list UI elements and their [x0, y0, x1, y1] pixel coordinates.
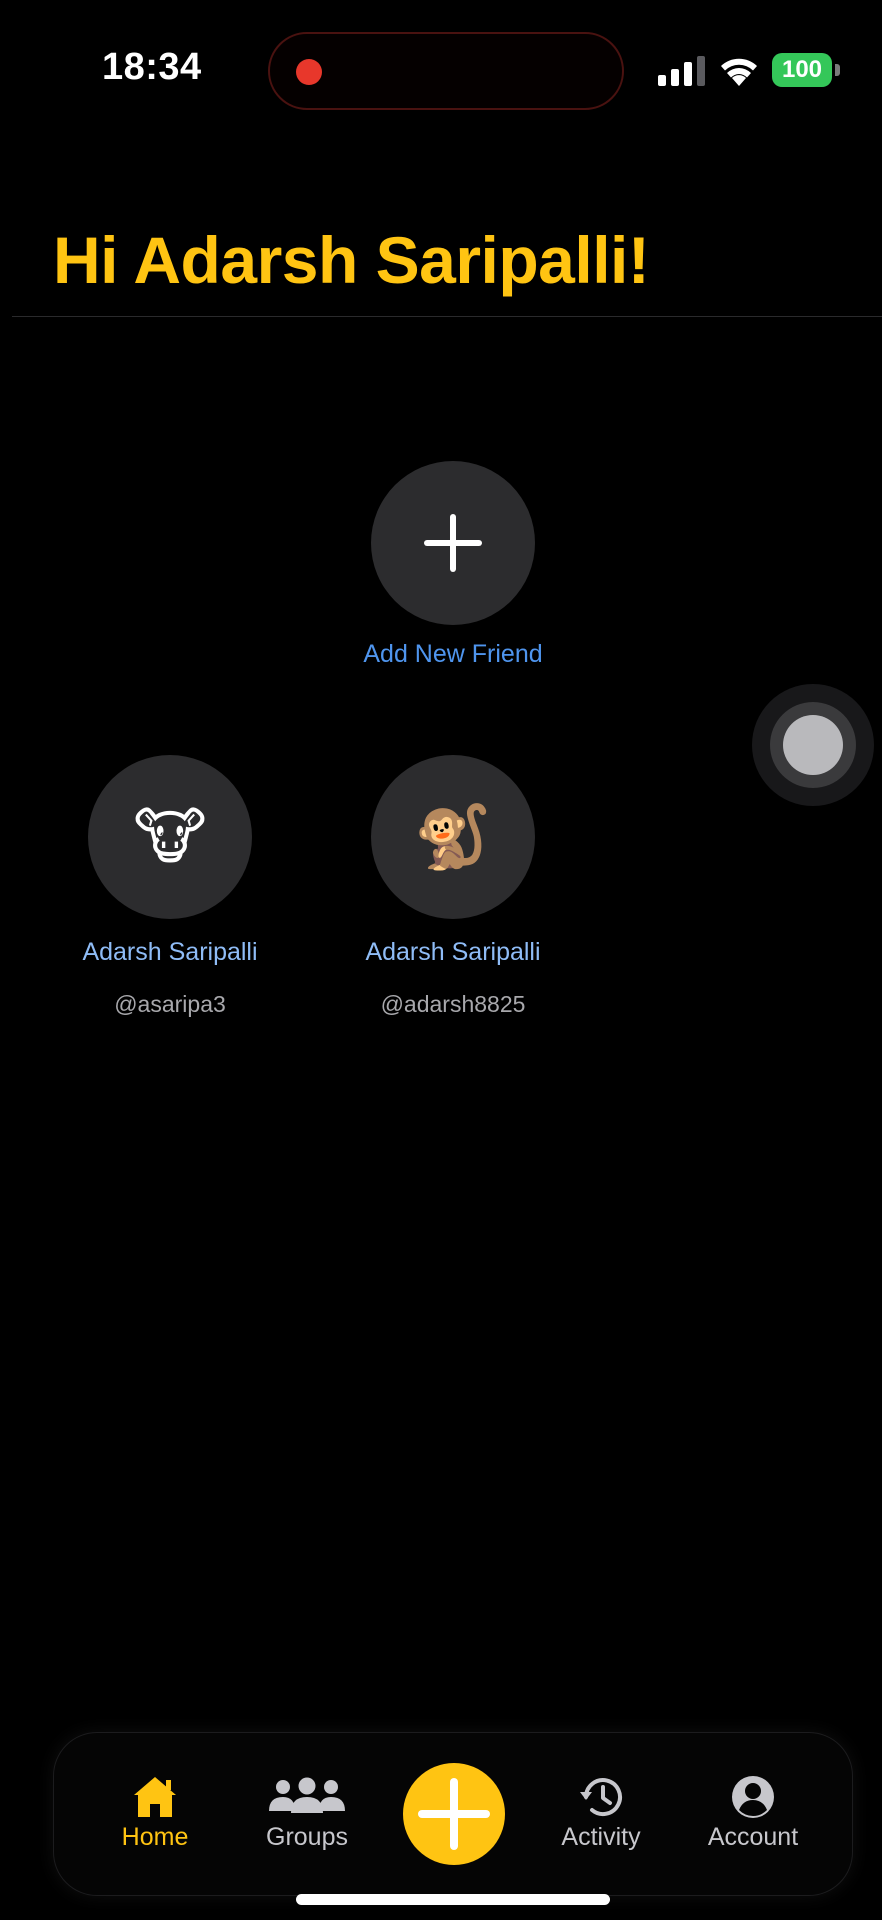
friend-handle: @asaripa3 — [114, 991, 226, 1017]
cow-avatar-icon: 🐮 — [133, 800, 207, 873]
tab-home[interactable]: Home — [90, 1775, 220, 1852]
battery-cap — [835, 64, 840, 76]
home-indicator[interactable] — [296, 1894, 610, 1905]
account-icon — [732, 1776, 774, 1818]
tab-activity-label: Activity — [561, 1823, 641, 1851]
groups-icon — [269, 1777, 345, 1813]
plus-icon — [418, 1778, 490, 1850]
tab-activity[interactable]: Activity — [536, 1775, 666, 1852]
home-icon — [134, 1777, 176, 1817]
tab-groups-label: Groups — [266, 1823, 348, 1851]
friend-avatar[interactable]: 🐒 — [371, 755, 535, 919]
dynamic-island — [268, 32, 624, 110]
page-title: Hi Adarsh Saripalli! — [53, 223, 650, 297]
tab-home-label: Home — [121, 1823, 189, 1851]
header-divider — [12, 316, 882, 317]
wifi-icon — [721, 58, 757, 86]
battery-icon: 100 — [772, 53, 840, 87]
history-icon — [580, 1778, 622, 1816]
plus-icon — [424, 514, 482, 572]
tab-account[interactable]: Account — [688, 1775, 818, 1852]
monkey-avatar-icon: 🐒 — [414, 800, 492, 873]
friend-avatar[interactable]: 🐮 — [88, 755, 252, 919]
assistive-touch-ring — [770, 702, 856, 788]
battery-level: 100 — [772, 53, 832, 87]
add-expense-button[interactable] — [403, 1763, 505, 1865]
friend-handle: @adarsh8825 — [380, 991, 526, 1017]
recording-indicator-icon — [296, 59, 322, 85]
tab-bar: Home Groups Activity Account — [53, 1732, 853, 1896]
friend-name[interactable]: Adarsh Saripalli — [20, 938, 320, 967]
tab-groups[interactable]: Groups — [242, 1775, 372, 1852]
tab-account-label: Account — [707, 1823, 799, 1851]
assistive-touch-button[interactable] — [752, 684, 874, 806]
friend-name[interactable]: Adarsh Saripalli — [303, 938, 603, 967]
cellular-signal-icon — [658, 56, 705, 86]
status-time: 18:34 — [102, 46, 202, 88]
assistive-touch-core — [783, 715, 843, 775]
add-friend-label[interactable]: Add New Friend — [303, 640, 603, 669]
add-friend-button[interactable] — [371, 461, 535, 625]
